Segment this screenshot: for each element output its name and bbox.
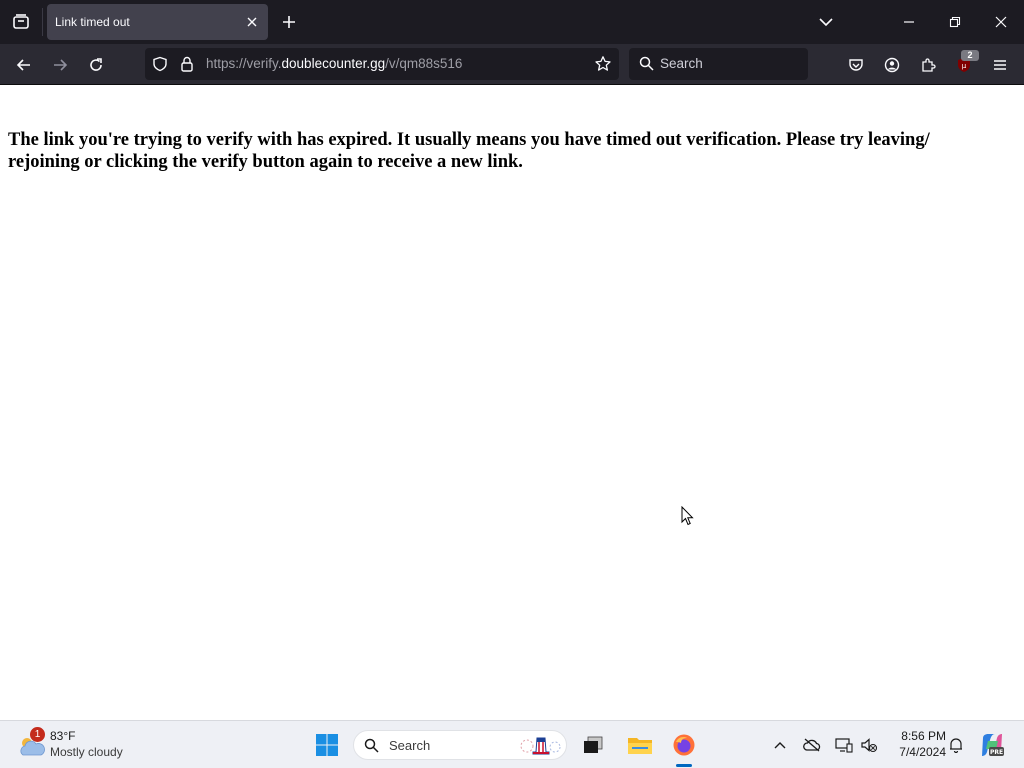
display-network-icon <box>835 738 853 753</box>
weather-temperature: 83°F <box>50 729 76 743</box>
app-menu-button[interactable] <box>987 52 1013 78</box>
extensions-button[interactable] <box>915 52 941 78</box>
chevron-up-icon <box>774 742 786 749</box>
url-domain: doublecounter.gg <box>281 56 386 71</box>
folder-icon <box>628 738 652 754</box>
url-text[interactable]: https://verify.doublecounter.gg/v/qm88s5… <box>206 56 462 71</box>
url-prefix: https://verify. <box>206 56 282 71</box>
tab-overview-button[interactable] <box>0 0 42 44</box>
restore-icon <box>949 16 961 28</box>
extension-count-badge: 2 <box>961 50 979 61</box>
weather-alert-badge: 1 <box>30 727 45 742</box>
back-button[interactable] <box>11 52 37 78</box>
pocket-icon <box>849 59 863 71</box>
task-view-icon <box>584 736 603 753</box>
volume-muted-icon <box>861 738 878 753</box>
tab-divider <box>42 8 43 36</box>
mouse-cursor-icon <box>681 506 694 526</box>
lock-icon[interactable] <box>180 56 194 72</box>
forward-button[interactable] <box>47 52 73 78</box>
address-bar[interactable]: https://verify.doublecounter.gg/v/qm88s5… <box>145 48 619 80</box>
taskbar-search-box[interactable]: Search <box>353 730 567 760</box>
svg-text:µ: µ <box>962 62 967 70</box>
web-search-bar[interactable]: Search <box>629 48 808 80</box>
tab-overview-icon <box>13 14 29 29</box>
pocket-button[interactable] <box>843 52 869 78</box>
minimize-icon <box>904 21 914 23</box>
close-icon <box>247 17 257 27</box>
search-icon <box>364 738 379 753</box>
page-content: The link you're trying to verify with ha… <box>0 85 1024 720</box>
url-path: /v/qm88s516 <box>385 56 463 71</box>
tab-strip: Link timed out <box>0 0 1024 44</box>
close-icon <box>995 16 1007 28</box>
firefox-taskbar-button[interactable] <box>668 729 700 761</box>
close-window-button[interactable] <box>978 0 1024 44</box>
navigation-toolbar: https://verify.doublecounter.gg/v/qm88s5… <box>0 44 1024 85</box>
search-icon <box>639 56 654 71</box>
onedrive-tray-icon[interactable] <box>800 733 824 757</box>
chevron-down-icon <box>819 18 833 27</box>
search-highlight-uncle-sam-hat-icon <box>520 737 561 755</box>
weather-condition: Mostly cloudy <box>50 745 123 759</box>
tracking-protection-shield-icon[interactable] <box>152 56 168 72</box>
hamburger-menu-icon <box>994 60 1006 70</box>
minimize-button[interactable] <box>886 0 932 44</box>
reload-button[interactable] <box>83 52 109 78</box>
new-tab-button[interactable] <box>278 11 300 33</box>
taskbar-search-label: Search <box>389 738 431 753</box>
file-explorer-button[interactable] <box>624 729 656 761</box>
copilot-pre-icon: PRE <box>982 734 1004 756</box>
puzzle-icon <box>922 58 936 72</box>
bell-icon <box>950 738 962 753</box>
clock-date: 7/4/2024 <box>899 745 946 759</box>
search-placeholder: Search <box>660 56 703 71</box>
task-view-button[interactable] <box>577 729 609 761</box>
windows-logo-icon <box>316 734 338 756</box>
taskbar: 1 83°F Mostly cloudy Search 8:56 PM 7/4/… <box>0 720 1024 768</box>
list-all-tabs-button[interactable] <box>803 0 849 44</box>
weather-widget[interactable]: 1 83°F Mostly cloudy <box>14 727 144 763</box>
restore-button[interactable] <box>932 0 978 44</box>
system-clock[interactable]: 8:56 PM 7/4/2024 <box>884 728 946 760</box>
bookmark-star-icon[interactable] <box>594 55 612 73</box>
arrow-right-icon <box>54 59 68 71</box>
volume-tray-icon[interactable] <box>857 733 881 757</box>
active-app-indicator <box>676 764 692 767</box>
tab-close-button[interactable] <box>244 14 260 30</box>
start-button[interactable] <box>311 729 343 761</box>
reload-icon <box>90 58 102 71</box>
account-button[interactable] <box>879 52 905 78</box>
arrow-left-icon <box>16 59 30 71</box>
copilot-button[interactable]: PRE <box>978 731 1006 759</box>
network-tray-icon[interactable] <box>832 733 856 757</box>
firefox-icon <box>673 734 695 756</box>
cloud-offline-icon <box>803 738 821 752</box>
show-hidden-icons-button[interactable] <box>768 733 792 757</box>
svg-text:PRE: PRE <box>990 749 1003 756</box>
clock-time: 8:56 PM <box>901 729 946 743</box>
account-icon <box>884 57 900 73</box>
plus-icon <box>283 16 295 28</box>
tab-link-timed-out[interactable]: Link timed out <box>47 4 268 40</box>
tab-title: Link timed out <box>55 15 130 29</box>
expired-link-message: The link you're trying to verify with ha… <box>8 130 930 172</box>
notifications-button[interactable] <box>944 733 968 757</box>
